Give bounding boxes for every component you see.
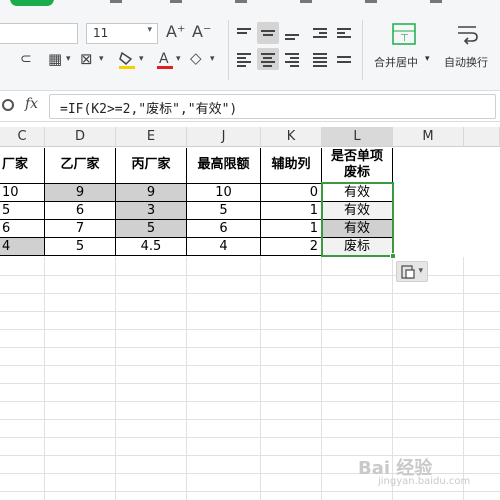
table-cell[interactable]: 5 bbox=[45, 238, 116, 256]
align-right-button[interactable] bbox=[281, 48, 303, 70]
column-header-m[interactable]: M bbox=[393, 127, 464, 147]
fill-color-icon[interactable] bbox=[118, 50, 136, 73]
fill-handle[interactable] bbox=[390, 253, 396, 259]
column-header-l[interactable]: L bbox=[322, 127, 393, 147]
formula-input[interactable]: =IF(K2>=2,"废标","有效") bbox=[49, 94, 496, 119]
decrease-indent-button[interactable] bbox=[309, 22, 331, 44]
formula-bar: fx =IF(K2>=2,"废标","有效") bbox=[0, 92, 500, 122]
tab-marker[interactable] bbox=[365, 0, 377, 3]
column-header-k[interactable]: K bbox=[261, 127, 322, 147]
watermark-url: jingyan.baidu.com bbox=[378, 476, 471, 487]
svg-text:A: A bbox=[159, 51, 169, 67]
merge-center-label[interactable]: 合并居中 bbox=[374, 54, 418, 70]
table-cell[interactable]: 6 bbox=[0, 220, 45, 238]
wrap-text-icon[interactable] bbox=[456, 23, 480, 48]
table-cell[interactable]: 1 bbox=[261, 202, 322, 220]
tab-marker[interactable] bbox=[430, 0, 442, 3]
tab-marker[interactable] bbox=[110, 0, 122, 3]
header-cell[interactable]: 丙厂家 bbox=[116, 148, 187, 184]
font-name-select[interactable] bbox=[0, 23, 78, 44]
table-cell[interactable]: 3 bbox=[116, 202, 187, 220]
distributed-align-button[interactable] bbox=[333, 48, 355, 70]
table-cell[interactable]: 10 bbox=[187, 184, 261, 202]
selection-range[interactable] bbox=[321, 182, 394, 257]
header-cell-line: 废标 bbox=[343, 165, 370, 180]
table-cell[interactable]: 1 bbox=[261, 220, 322, 238]
font-size-value: 11 bbox=[93, 26, 109, 40]
chevron-down-icon[interactable]: ▾ bbox=[176, 55, 181, 64]
column-header-c[interactable]: C bbox=[0, 127, 45, 147]
header-cell[interactable]: 最高限额 bbox=[187, 148, 261, 184]
justify-button[interactable] bbox=[309, 48, 331, 70]
chevron-down-icon: ▾ bbox=[147, 25, 152, 35]
table-cell[interactable]: 10 bbox=[0, 184, 45, 202]
strikethrough-icon[interactable]: ⊂ bbox=[20, 52, 32, 66]
paste-options-icon bbox=[401, 265, 415, 282]
table-cell[interactable]: 2 bbox=[261, 238, 322, 256]
table-cell[interactable]: 6 bbox=[187, 220, 261, 238]
table-cell[interactable]: 5 bbox=[187, 202, 261, 220]
ribbon-toolbar: 11 ▾ A⁺ A⁻ ⊂ ▦ ▾ ⊠ ▾ ▾ A ▾ ◇ ▾ ⊤ 合并居中 ▾ … bbox=[0, 0, 500, 91]
increase-font-button[interactable]: A⁺ bbox=[166, 24, 185, 40]
align-middle-button[interactable] bbox=[257, 22, 279, 44]
start-tab[interactable] bbox=[10, 0, 54, 6]
table-cell[interactable]: 4.5 bbox=[116, 238, 187, 256]
table-cell[interactable]: 9 bbox=[45, 184, 116, 202]
increase-indent-button[interactable] bbox=[333, 22, 355, 44]
divider bbox=[362, 20, 363, 80]
borders-icon[interactable]: ▦ bbox=[48, 52, 62, 67]
header-cell[interactable]: 辅助列 bbox=[261, 148, 322, 184]
paste-options-button[interactable]: ▾ bbox=[396, 261, 428, 282]
column-header-d[interactable]: D bbox=[45, 127, 116, 147]
table-cell[interactable]: 4 bbox=[187, 238, 261, 256]
table-cell[interactable]: 5 bbox=[116, 220, 187, 238]
tab-marker[interactable] bbox=[300, 0, 312, 3]
fx-icon[interactable]: fx bbox=[25, 96, 38, 112]
header-cell-l[interactable]: 是否单项 废标 bbox=[322, 148, 393, 184]
svg-text:⊤: ⊤ bbox=[400, 33, 409, 44]
align-left-button[interactable] bbox=[233, 48, 255, 70]
chevron-down-icon[interactable]: ▾ bbox=[210, 55, 215, 64]
align-top-button[interactable] bbox=[233, 22, 255, 44]
table-cell[interactable]: 7 bbox=[45, 220, 116, 238]
chevron-down-icon: ▾ bbox=[418, 266, 423, 276]
search-icon[interactable] bbox=[2, 99, 14, 111]
align-bottom-button[interactable] bbox=[281, 22, 303, 44]
column-header-n[interactable] bbox=[464, 127, 500, 147]
font-size-select[interactable]: 11 ▾ bbox=[86, 23, 158, 44]
conditional-format-icon[interactable]: ⊠ bbox=[80, 52, 93, 67]
column-header-j[interactable]: J bbox=[187, 127, 261, 147]
tab-strip bbox=[0, 0, 500, 10]
font-color-icon[interactable]: A bbox=[156, 50, 174, 73]
table-cell[interactable]: 9 bbox=[116, 184, 187, 202]
align-center-button[interactable] bbox=[257, 48, 279, 70]
decrease-font-button[interactable]: A⁻ bbox=[192, 24, 211, 40]
column-header-e[interactable]: E bbox=[116, 127, 187, 147]
table-cell[interactable]: 4 bbox=[0, 238, 45, 256]
tab-marker[interactable] bbox=[235, 0, 247, 3]
chevron-down-icon[interactable]: ▾ bbox=[99, 55, 104, 64]
auto-wrap-label[interactable]: 自动换行 bbox=[444, 54, 488, 70]
table-cell[interactable]: 6 bbox=[45, 202, 116, 220]
table-cell[interactable]: 5 bbox=[0, 202, 45, 220]
chevron-down-icon[interactable]: ▾ bbox=[425, 54, 430, 64]
merge-center-icon[interactable]: ⊤ bbox=[392, 23, 416, 48]
table-cell[interactable]: 0 bbox=[261, 184, 322, 202]
eraser-icon[interactable]: ◇ bbox=[190, 51, 202, 66]
chevron-down-icon[interactable]: ▾ bbox=[139, 55, 144, 64]
header-cell[interactable]: 厂家 bbox=[0, 148, 45, 184]
header-cell[interactable]: 乙厂家 bbox=[45, 148, 116, 184]
divider bbox=[228, 20, 229, 80]
tab-marker[interactable] bbox=[170, 0, 182, 3]
chevron-down-icon[interactable]: ▾ bbox=[66, 55, 71, 64]
header-cell-line: 是否单项 bbox=[330, 149, 383, 164]
